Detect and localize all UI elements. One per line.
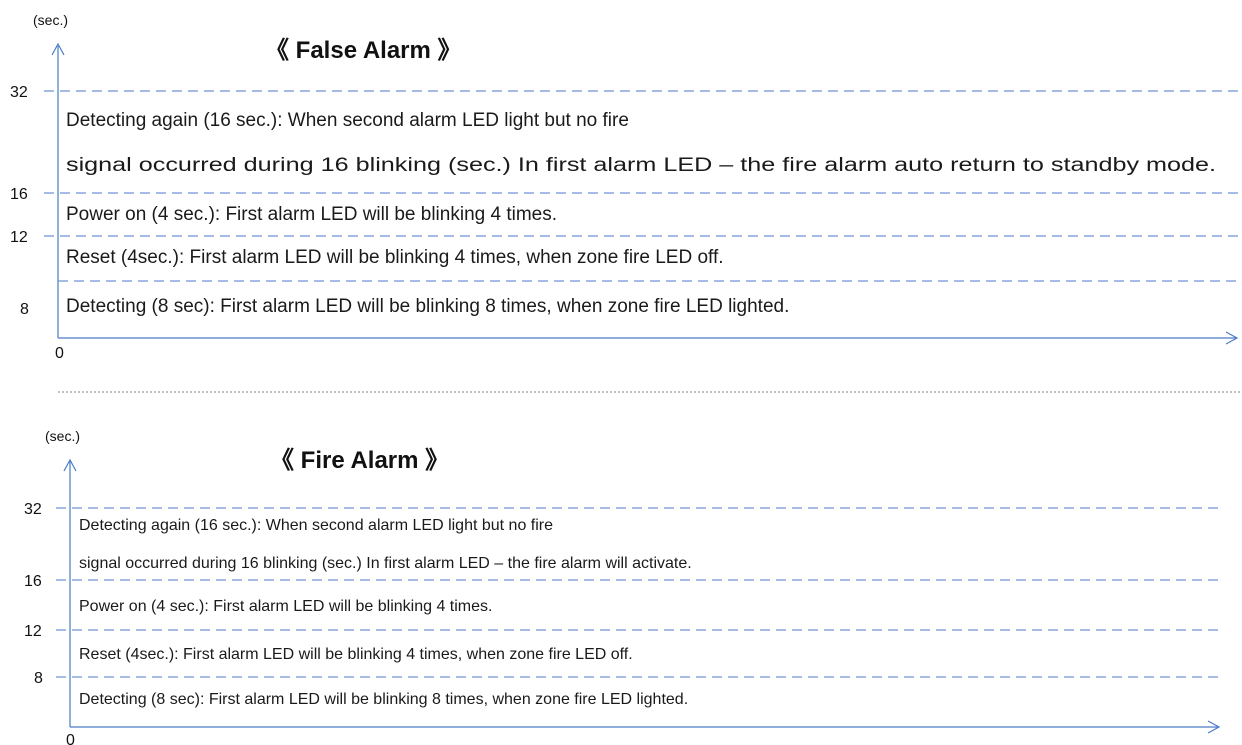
fire-alarm-row-reset: Reset (4sec.): First alarm LED will be b… <box>79 646 633 663</box>
fire-alarm-y-axis <box>63 458 77 727</box>
false-alarm-row-detecting-again: Detecting again (16 sec.): When second a… <box>66 110 629 131</box>
false-alarm-panel: (sec.) 《 False Alarm 》 32 16 12 8 0 Dete… <box>10 12 1240 362</box>
false-alarm-y-unit: (sec.) <box>33 12 68 28</box>
false-alarm-tick-32: 32 <box>10 84 28 101</box>
false-alarm-x-axis <box>58 331 1239 345</box>
fire-alarm-row-detecting-again: Detecting again (16 sec.): When second a… <box>79 517 553 534</box>
fire-alarm-title: 《 Fire Alarm 》 <box>270 447 449 474</box>
fire-alarm-row-power-on: Power on (4 sec.): First alarm LED will … <box>79 598 492 615</box>
false-alarm-row-power-on: Power on (4 sec.): First alarm LED will … <box>66 204 557 225</box>
fire-alarm-x-axis <box>70 720 1221 734</box>
fire-alarm-row-detecting: Detecting (8 sec): First alarm LED will … <box>79 691 688 708</box>
false-alarm-row-signal-occurred: signal occurred during 16 blinking (sec.… <box>66 155 1216 176</box>
false-alarm-y-axis <box>51 42 65 338</box>
false-alarm-tick-12: 12 <box>10 229 28 246</box>
fire-alarm-panel: (sec.) 《 Fire Alarm 》 32 16 12 8 0 Detec… <box>24 428 1222 745</box>
false-alarm-tick-8: 8 <box>20 301 29 318</box>
fire-alarm-tick-32: 32 <box>24 501 42 518</box>
fire-alarm-tick-8: 8 <box>34 670 43 687</box>
false-alarm-origin-label: 0 <box>55 345 64 362</box>
false-alarm-row-detecting: Detecting (8 sec): First alarm LED will … <box>66 296 789 317</box>
false-alarm-title: 《 False Alarm 》 <box>265 37 462 64</box>
fire-alarm-origin-label: 0 <box>66 732 75 745</box>
false-alarm-row-reset: Reset (4sec.): First alarm LED will be b… <box>66 247 724 268</box>
fire-alarm-y-unit: (sec.) <box>45 428 80 444</box>
timing-diagram: (sec.) 《 False Alarm 》 32 16 12 8 0 Dete… <box>10 12 1240 745</box>
fire-alarm-tick-12: 12 <box>24 623 42 640</box>
false-alarm-tick-16: 16 <box>10 186 28 203</box>
fire-alarm-row-signal-occurred: signal occurred during 16 blinking (sec.… <box>79 555 692 572</box>
fire-alarm-tick-16: 16 <box>24 573 42 590</box>
